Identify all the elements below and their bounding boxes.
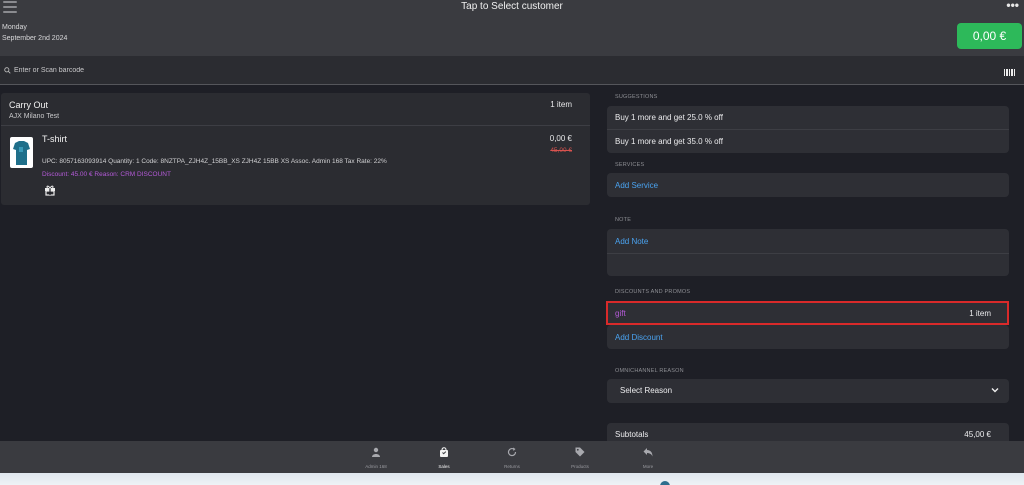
discount-name: gift [615,309,626,318]
subtotals-row: Subtotals 45,00 € [607,423,1009,443]
add-note-button[interactable]: Add Note [615,237,648,246]
suggestion-item[interactable]: Buy 1 more and get 25.0 % off [615,113,723,122]
tags-icon [575,447,585,457]
suggestions-card: Buy 1 more and get 25.0 % off Buy 1 more… [607,106,1009,153]
subtotals-label: Subtotals [615,430,649,439]
day-label: Monday [2,24,27,31]
tab-admin[interactable]: Admin 168 [359,447,393,473]
tab-label: Products [571,464,589,469]
gift-icon[interactable] [44,184,56,196]
add-service-button[interactable]: Add Service [615,181,658,190]
search-icon [4,67,11,74]
divider [607,129,1009,130]
order-header: Carry Out AJX Milano Test 1 item [1,93,590,126]
suggestion-item[interactable]: Buy 1 more and get 35.0 % off [615,137,723,146]
discount-item-count: 1 item [969,309,991,318]
select-reason-value: Select Reason [620,386,673,395]
header-bar: Tap to Select customer ••• Monday Septem… [0,0,1024,56]
store-name: AJX Milano Test [9,113,60,120]
discounts-label: DISCOUNTS AND PROMOS [615,289,691,295]
order-panel: Carry Out AJX Milano Test 1 item T-shirt… [1,93,590,205]
product-thumbnail [10,137,33,168]
person-icon [372,447,380,457]
barcode-search-input[interactable] [14,64,614,77]
tab-label: Admin 168 [365,464,387,469]
add-discount-card: Add Discount [607,325,1009,349]
taskbar-icon [660,481,670,485]
more-options-icon[interactable]: ••• [1006,0,1019,11]
search-bar [0,56,1024,85]
note-card: Add Note [607,229,1009,276]
divider [607,253,1009,254]
suggestions-label: SUGGESTIONS [615,94,658,100]
omnichannel-reason-select[interactable]: Select Reason [607,379,1009,403]
product-discount-info: Discount: 45.00 € Reason: CRM DISCOUNT [42,171,171,178]
product-details: UPC: 8057163093914 Quantity: 1 Code: 8NZ… [42,158,387,165]
reply-icon [643,448,653,457]
tab-label: Returns [504,464,520,469]
product-price: 0,00 € [549,134,572,143]
services-card: Add Service [607,173,1009,197]
order-type: Carry Out [9,100,49,110]
select-customer-title[interactable]: Tap to Select customer [0,1,1024,12]
refresh-icon [507,447,517,457]
chevron-down-icon [991,388,999,393]
product-original-price: 45,00 € [550,147,572,154]
bottom-tab-bar: Admin 168 Sales Returns Products More [0,441,1024,473]
total-checkout-button[interactable]: 0,00 € [957,23,1022,49]
order-item-count: 1 item [550,100,572,109]
taskbar-strip [0,473,1024,485]
discount-item-gift[interactable]: gift 1 item [606,301,1009,325]
barcode-scan-icon[interactable] [1004,69,1015,76]
tab-returns[interactable]: Returns [495,447,529,473]
subtotals-value: 45,00 € [964,430,991,439]
tab-label: Sales [438,464,450,469]
product-name[interactable]: T-shirt [42,134,67,144]
note-label: NOTE [615,217,632,223]
tab-label: More [642,464,654,469]
tab-more[interactable]: More [631,447,665,473]
tab-sales[interactable]: Sales [427,447,461,473]
date-label: September 2nd 2024 [2,35,68,42]
add-discount-button[interactable]: Add Discount [615,333,663,342]
shopping-bag-icon [440,447,448,457]
tab-products[interactable]: Products [563,447,597,473]
services-label: SERVICES [615,162,645,168]
omnichannel-label: OMNICHANNEL REASON [615,368,684,374]
